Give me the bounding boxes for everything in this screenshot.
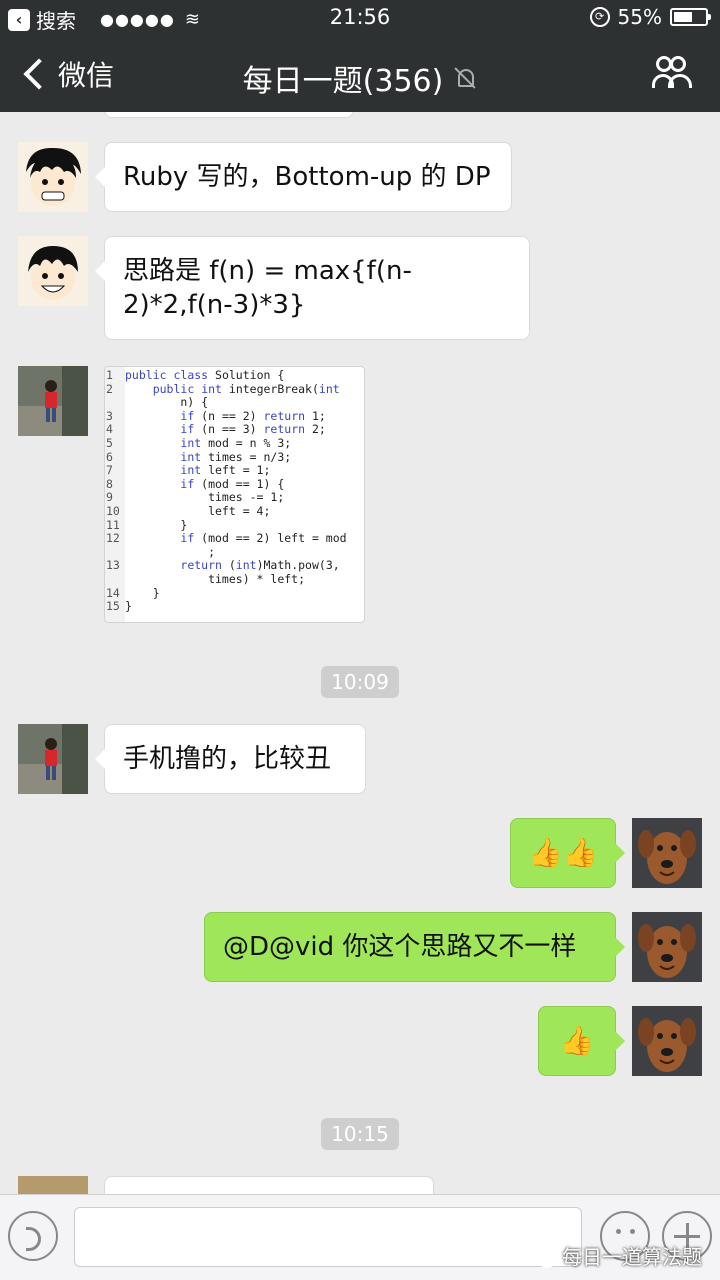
timestamp-label: 10:09 [321, 666, 399, 698]
watermark-text: 每日一道算法题 [562, 1245, 702, 1269]
code-text: int mod = n % 3; [180, 435, 292, 450]
code-text: if (n == 3) return 2; [180, 422, 326, 437]
cartoon-boy-avatar[interactable] [18, 236, 88, 306]
code-text: int left = 1; [180, 463, 271, 478]
cartoon-boy-avatar[interactable] [18, 142, 88, 212]
message-bubble[interactable] [104, 1176, 434, 1194]
code-text: } [125, 517, 188, 532]
line-number: 3 [106, 408, 113, 423]
code-line: ; [105, 544, 364, 560]
line-number: 6 [106, 449, 113, 464]
code-line: 4 if (n == 3) return 2; [105, 423, 364, 437]
child-photo-avatar[interactable] [18, 366, 88, 436]
code-text: int times = n/3; [180, 449, 292, 464]
code-text: ; [125, 544, 216, 559]
code-text: times) * left; [125, 571, 306, 586]
code-text: if (mod == 1) { [180, 476, 285, 491]
line-number: 1 [106, 368, 113, 382]
message-bubble-self[interactable]: 👍👍 [510, 818, 625, 888]
battery-fill [674, 12, 692, 22]
thumbs-up-emoji: 👍 [559, 1024, 595, 1057]
line-number: 15 [106, 599, 120, 614]
code-text: } [125, 585, 160, 600]
line-number: 14 [106, 585, 120, 600]
chat-title-text: 每日一题(356) [242, 64, 444, 99]
dog-avatar[interactable] [632, 1006, 702, 1076]
chat-title: 每日一题(356) [0, 56, 720, 100]
code-line: 13 return (int)Math.pow(3, [105, 559, 364, 573]
watermark: 每日一道算法题 [528, 1241, 702, 1270]
group-members-icon[interactable] [652, 56, 692, 88]
code-line: 2 public int integerBreak(int [105, 381, 364, 397]
code-text: left = 4; [125, 503, 271, 518]
dog-avatar[interactable] [632, 818, 702, 888]
code-line: 11 } [105, 517, 364, 533]
code-screenshot-image[interactable]: 1 public class Solution {2 public int int… [104, 366, 365, 623]
code-line: 9 times -= 1; [105, 491, 364, 505]
message-bubble-self[interactable]: @D@vid 你这个思路又不一样 [204, 912, 625, 982]
child-photo-avatar[interactable] [18, 724, 88, 794]
timestamp: 10:09 [0, 666, 720, 698]
battery-icon [670, 8, 711, 26]
rotation-lock-icon: ⟳ [589, 7, 610, 27]
message-bubble[interactable]: Ruby 写的，Bottom-up 的 DP [95, 142, 512, 212]
message-text: Ruby 写的，Bottom-up 的 DP [123, 162, 491, 192]
code-text: public class Solution { [125, 368, 285, 382]
timestamp: 10:15 [0, 1118, 720, 1150]
mute-icon [453, 66, 477, 90]
message-text: 手机撸的，比较丑 [123, 744, 332, 774]
line-number: 2 [106, 381, 113, 396]
voice-input-icon[interactable] [8, 1211, 58, 1261]
code-line: 5 int mod = n % 3; [105, 435, 364, 451]
message-bubble[interactable]: 手机撸的，比较丑 [95, 724, 366, 794]
nav-bar: 微信 每日一题(356) [0, 36, 720, 112]
input-bar: 每日一道算法题 [0, 1194, 720, 1280]
code-text: times -= 1; [125, 490, 285, 505]
code-text: } [125, 599, 132, 614]
code-line: 15} [105, 599, 364, 614]
battery-percent: 55% [617, 5, 662, 29]
code-text: if (n == 2) return 1; [180, 408, 326, 423]
partial-message-bubble [104, 112, 354, 118]
message-text: 思路是 f(n) = max{f(n-2)*2,f(n-3)*3} [123, 256, 412, 320]
message-text: @D@vid 你这个思路又不一样 [223, 932, 577, 962]
code-line: 1 public class Solution { [105, 368, 364, 383]
code-line: 7 int left = 1; [105, 463, 364, 478]
line-number: 11 [106, 517, 120, 532]
message-input[interactable] [74, 1207, 582, 1267]
code-text: if (mod == 2) left = mod [180, 531, 347, 546]
code-line: 12 if (mod == 2) left = mod [105, 531, 364, 546]
line-number: 4 [106, 422, 113, 437]
line-number: 12 [106, 531, 120, 546]
dog-avatar[interactable] [632, 912, 702, 982]
line-number: 5 [106, 435, 113, 450]
line-number: 9 [106, 490, 113, 505]
code-line: 6 int times = n/3; [105, 449, 364, 465]
code-line: 3 if (n == 2) return 1; [105, 408, 364, 424]
code-text: return (int)Math.pow(3, [180, 558, 340, 573]
code-text: public int integerBreak(int [152, 381, 340, 396]
message-bubble[interactable]: 思路是 f(n) = max{f(n-2)*2,f(n-3)*3} [95, 236, 530, 340]
top-bar: ‹ 搜索 ●●●●● ≋ 21:56 ⟳ 55% 微信 每日一题(356) [0, 0, 720, 112]
status-bar: ‹ 搜索 ●●●●● ≋ 21:56 ⟳ 55% [0, 0, 720, 36]
line-number: 7 [106, 463, 113, 478]
code-text: n) { [125, 395, 209, 410]
code-line: times) * left; [105, 571, 364, 587]
line-number: 10 [106, 503, 120, 518]
chat-area[interactable]: Ruby 写的，Bottom-up 的 DP 思路是 f(n) = max{f(… [0, 112, 720, 1194]
line-number: 13 [106, 558, 120, 573]
code-line: 8 if (mod == 1) { [105, 476, 364, 492]
code-line: 10 left = 4; [105, 503, 364, 519]
wechat-icon [528, 1245, 556, 1268]
code-line: n) { [105, 395, 364, 410]
line-number: 8 [106, 476, 113, 491]
thumbs-up-emoji: 👍👍 [528, 836, 598, 869]
code-line: 14 } [105, 585, 364, 601]
avatar[interactable] [18, 1176, 88, 1194]
timestamp-label: 10:15 [321, 1118, 399, 1150]
message-bubble-self[interactable]: 👍 [538, 1006, 625, 1076]
